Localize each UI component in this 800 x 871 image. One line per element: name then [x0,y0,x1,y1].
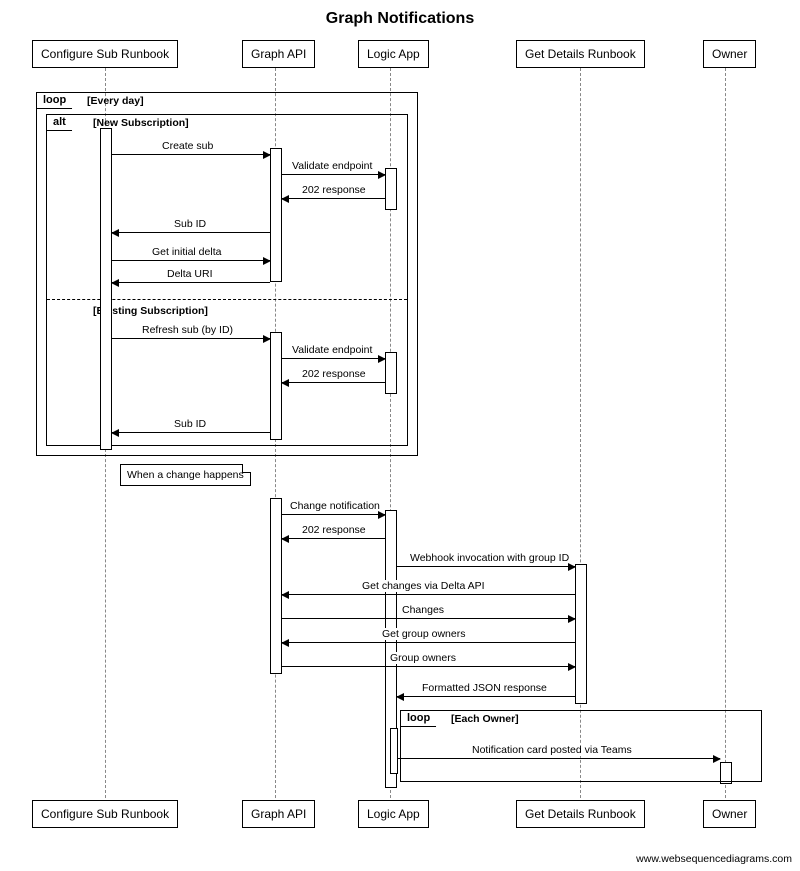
arrow-202-3 [282,538,385,539]
msg-get-initial-delta: Get initial delta [150,246,223,258]
msg-formatted-json: Formatted JSON response [420,682,549,694]
arrow-subid-2 [112,432,270,433]
participant-gapi-top: Graph API [242,40,315,68]
msg-validate-endpoint-2: Validate endpoint [290,344,374,356]
activation-logic-new [385,168,397,210]
participant-own-bottom: Owner [703,800,756,828]
msg-teams-card: Notification card posted via Teams [470,744,634,756]
activation-cfg [100,128,112,450]
arrow-subid-1 [112,232,270,233]
activation-det [575,564,587,704]
arrow-create-sub [112,154,270,155]
msg-get-changes: Get changes via Delta API [360,580,487,592]
arrow-get-changes [282,594,575,595]
arrow-202-1 [282,198,385,199]
participant-cfg-bottom: Configure Sub Runbook [32,800,178,828]
arrow-validate-1 [282,174,385,175]
msg-create-sub: Create sub [160,140,215,152]
msg-webhook: Webhook invocation with group ID [408,552,571,564]
arrow-teams-card [398,758,720,759]
msg-changes: Changes [400,604,446,616]
participant-logic-bottom: Logic App [358,800,429,828]
participant-cfg-top: Configure Sub Runbook [32,40,178,68]
arrow-refresh-sub [112,338,270,339]
msg-202-1: 202 response [300,184,368,196]
msg-sub-id-2: Sub ID [172,418,208,430]
diagram-title: Graph Notifications [0,10,800,28]
activation-gapi-new [270,148,282,282]
arrow-validate-2 [282,358,385,359]
participant-det-top: Get Details Runbook [516,40,645,68]
msg-get-owners: Get group owners [380,628,467,640]
arrow-get-delta [112,260,270,261]
participant-gapi-bottom: Graph API [242,800,315,828]
fragment-loop-owner-label: loop [400,710,437,727]
arrow-formatted-json [397,696,575,697]
fragment-loop-day-guard: [Every day] [87,95,144,107]
activation-logic-inner [390,728,398,774]
msg-refresh-sub: Refresh sub (by ID) [140,324,235,336]
note-corner-icon [242,464,251,473]
msg-delta-uri: Delta URI [165,268,215,280]
arrow-202-2 [282,382,385,383]
msg-202-3: 202 response [300,524,368,536]
note-text: When a change happens [127,469,244,481]
arrow-get-owners [282,642,575,643]
note-change-happens: When a change happens [120,464,251,486]
footer-credit: www.websequencediagrams.com [636,853,792,865]
msg-sub-id-1: Sub ID [172,218,208,230]
lifeline-own [725,68,726,798]
msg-202-2: 202 response [300,368,368,380]
msg-group-owners: Group owners [388,652,458,664]
participant-det-bottom: Get Details Runbook [516,800,645,828]
fragment-alt-label: alt [46,114,73,131]
msg-change-notification: Change notification [288,500,382,512]
participant-logic-top: Logic App [358,40,429,68]
arrow-changes [282,618,575,619]
msg-validate-endpoint-1: Validate endpoint [290,160,374,172]
arrow-delta-uri [112,282,270,283]
activation-gapi-notify [270,498,282,674]
participant-own-top: Owner [703,40,756,68]
arrow-group-owners [282,666,575,667]
activation-logic-existing [385,352,397,394]
fragment-loop-day-label: loop [36,92,73,109]
arrow-change-notif [282,514,385,515]
fragment-loop-owner-guard: [Each Owner] [451,713,519,725]
arrow-webhook [397,566,575,567]
